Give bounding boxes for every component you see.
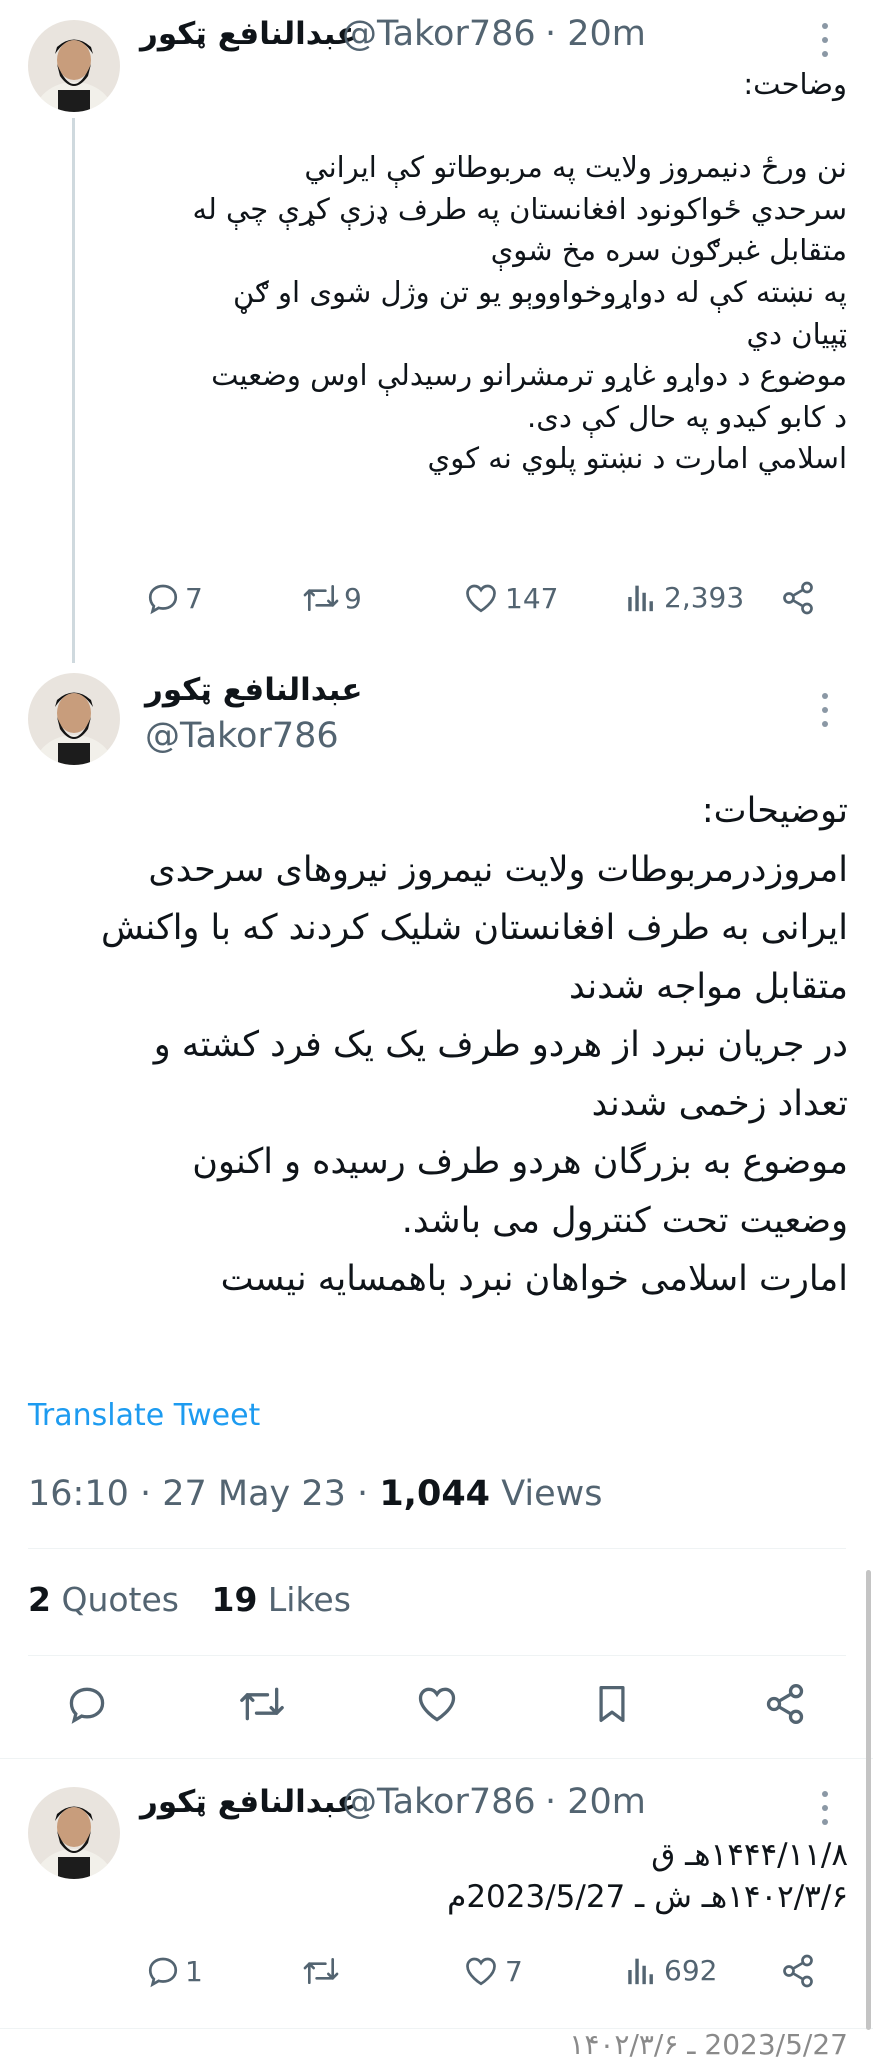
views-icon [624, 580, 658, 614]
partial-tweet-text: 2023/5/27 ـ ۱۴۰۲/۳/۶ [569, 2028, 848, 2061]
tweet-line: امارت اسلامی خواهان نبرد باهمسایه نیست [220, 1259, 848, 1299]
views-count: 1,044 [379, 1474, 491, 1514]
reply-icon[interactable] [65, 1682, 109, 1730]
like-count: 7 [505, 1954, 523, 1988]
retweet-button[interactable]: 9 [302, 580, 362, 616]
quotes-count: 2 [28, 1580, 51, 1619]
author-handle[interactable]: @Takor786 [145, 716, 339, 756]
tweet-line: ۱۴۰۲/۳/۶هـ ش ـ 2023/5/27م [447, 1879, 848, 1915]
tweet-line: په نښته کې له دواړوخواووېو يو تن وژل شوی… [232, 274, 847, 309]
engagement-stats: 2 Quotes 19 Likes [28, 1580, 351, 1619]
like-button[interactable]: 7 [463, 1953, 523, 1989]
quotes-stat[interactable]: 2 Quotes [28, 1580, 189, 1619]
scrollbar[interactable] [866, 1570, 871, 2030]
tweet-line: نن ورځ دنیمروز ولایت په مربوطاتو کې ایرا… [304, 150, 847, 185]
tweet-line: امروزدرمربوطات ولایت نیمروز نیروهای سرحد… [148, 849, 848, 890]
retweet-button[interactable] [302, 1953, 340, 1989]
tweet-line [127, 106, 847, 148]
avatar[interactable] [28, 20, 120, 112]
heart-icon [463, 580, 499, 616]
divider [28, 1548, 846, 1549]
divider [28, 1655, 846, 1656]
share-icon[interactable] [763, 1682, 807, 1730]
reply-icon [145, 580, 181, 616]
share-button[interactable] [780, 1953, 816, 1989]
views-count: 2,393 [664, 580, 745, 614]
views-button[interactable]: 692 [624, 1953, 717, 1987]
bookmark-icon[interactable] [592, 1682, 632, 1730]
share-icon [780, 580, 816, 616]
tweet-text: توضیحات: امروزدرمربوطات ولایت نیمروز نیر… [18, 782, 848, 1309]
reply-icon [145, 1953, 181, 1989]
tweet-line: د کابو کیدو په حال کې دی. [527, 399, 847, 434]
tweet-line: وضاحت: [743, 67, 847, 101]
tweet-line: اسلامي امارت د نښتو پلوي نه کوي [427, 441, 847, 476]
tweet-line: ۱۴۴۴/۱۱/۸هـ ق [651, 1837, 848, 1873]
tweet-line: موضوع به بزرگان هردو طرف رسیده و اکنون [192, 1142, 848, 1182]
views-label: Views [501, 1474, 603, 1514]
more-options-icon[interactable] [818, 20, 832, 64]
share-button[interactable] [780, 580, 816, 616]
quotes-label: Quotes [61, 1580, 179, 1619]
avatar[interactable] [28, 673, 120, 765]
views-button[interactable]: 2,393 [624, 580, 744, 614]
share-icon [780, 1953, 816, 1989]
tweet-line: وضعیت تحت کنترول می باشد. [401, 1200, 848, 1241]
like-count: 147 [505, 581, 559, 615]
author-name[interactable]: عبدالنافع ټکور [140, 16, 358, 52]
tweet-timestamp-row: 16:10 · 27 May 23 · 1,044 Views [28, 1474, 602, 1514]
reply-count: 7 [185, 581, 203, 615]
tweet-line: توضیحات: [701, 791, 848, 831]
tweet-line: تعداد زخمی شدند [591, 1083, 848, 1124]
author-handle[interactable]: @Takor786 [342, 1782, 536, 1822]
tweet-line: موضوع د دواړو غاړو ترمشرانو رسيدلې اوس و… [211, 358, 847, 393]
divider [0, 1758, 873, 1759]
author-handle[interactable]: @Takor786 [342, 14, 536, 54]
tweet-timestamp[interactable]: 16:10 · 27 May 23 · [28, 1474, 368, 1514]
views-icon [624, 1953, 658, 1987]
likes-label: Likes [267, 1580, 351, 1619]
tweet-time[interactable]: · 20m [545, 14, 646, 54]
author-name[interactable]: عبدالنافع ټکور [145, 672, 363, 708]
tweet-line: متقابل مواجه شدند [569, 966, 848, 1007]
retweet-icon [302, 1953, 340, 1989]
more-options-icon[interactable] [818, 690, 832, 734]
more-options-icon[interactable] [818, 1788, 832, 1832]
reply-button[interactable]: 1 [145, 1953, 203, 1989]
avatar[interactable] [28, 1787, 120, 1879]
tweet-time[interactable]: · 20m [545, 1782, 646, 1822]
likes-count: 19 [211, 1580, 258, 1619]
tweet-line: متقابل غبرګون سره مخ شوې [490, 233, 847, 268]
translate-tweet-link[interactable]: Translate Tweet [28, 1398, 260, 1433]
author-name[interactable]: عبدالنافع ټکور [140, 1784, 358, 1820]
tweet-line: ټپيان دي [746, 316, 847, 351]
thread-line [72, 118, 75, 663]
like-button[interactable]: 147 [463, 580, 558, 616]
reply-count: 1 [185, 1954, 203, 1988]
likes-stat[interactable]: 19 Likes [211, 1580, 350, 1619]
tweet-line: در جریان نبرد از هردو طرف یک یک فرد کشته… [153, 1025, 848, 1065]
heart-icon[interactable] [415, 1682, 459, 1730]
retweet-icon [302, 580, 340, 616]
views-count: 692 [664, 1953, 718, 1987]
tweet-text: وضاحت: نن ورځ دنیمروز ولایت په مربوطاتو … [127, 64, 847, 480]
heart-icon [463, 1953, 499, 1989]
tweet-text: ۱۴۴۴/۱۱/۸هـ ق ۱۴۰۲/۳/۶هـ ش ـ 2023/5/27م [128, 1834, 848, 1918]
retweet-count: 9 [344, 581, 362, 615]
tweet-line: ایرانی به طرف افغانستان شلیک کردند که با… [100, 908, 848, 948]
tweet-line: سرحدي ځواکونود افغانستان په طرف ډزې کړې … [192, 191, 847, 226]
retweet-icon[interactable] [238, 1682, 286, 1730]
reply-button[interactable]: 7 [145, 580, 203, 616]
